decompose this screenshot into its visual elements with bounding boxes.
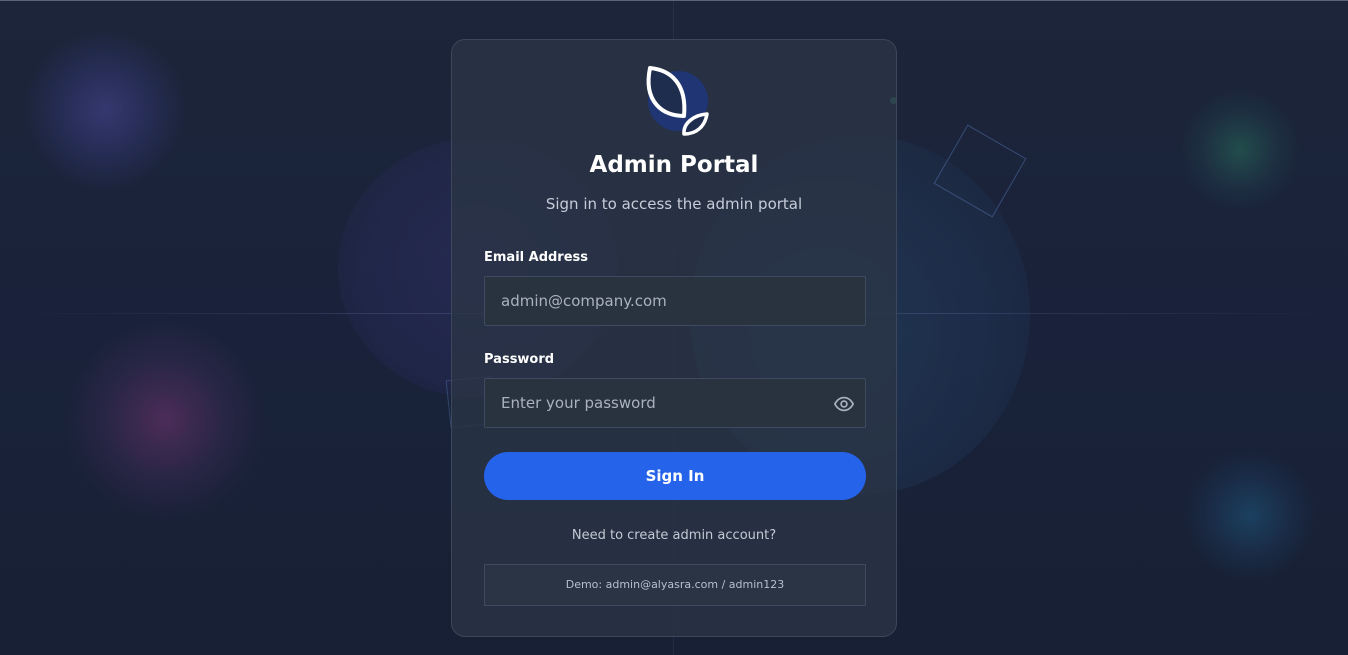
password-field[interactable] xyxy=(485,379,865,427)
background-glow-blue xyxy=(20,30,190,190)
background-glow-pink xyxy=(60,320,270,520)
eye-icon[interactable] xyxy=(833,393,855,415)
top-border-line xyxy=(0,0,1348,1)
page-title: Admin Portal xyxy=(589,152,759,178)
password-field-container xyxy=(484,378,866,428)
email-field[interactable] xyxy=(485,277,865,325)
background-glow-teal xyxy=(1185,450,1315,580)
password-label: Password xyxy=(484,352,555,367)
demo-credentials-box: Demo: admin@alyasra.com / admin123 xyxy=(484,564,866,606)
background-glow-green xyxy=(1180,90,1300,210)
leaf-logo-icon xyxy=(646,66,709,136)
create-account-link[interactable]: Need to create admin account? xyxy=(451,528,897,543)
sign-in-button[interactable]: Sign In xyxy=(484,452,866,500)
page-subtitle: Sign in to access the admin portal xyxy=(545,195,803,213)
email-field-container xyxy=(484,276,866,326)
email-label: Email Address xyxy=(484,250,589,265)
